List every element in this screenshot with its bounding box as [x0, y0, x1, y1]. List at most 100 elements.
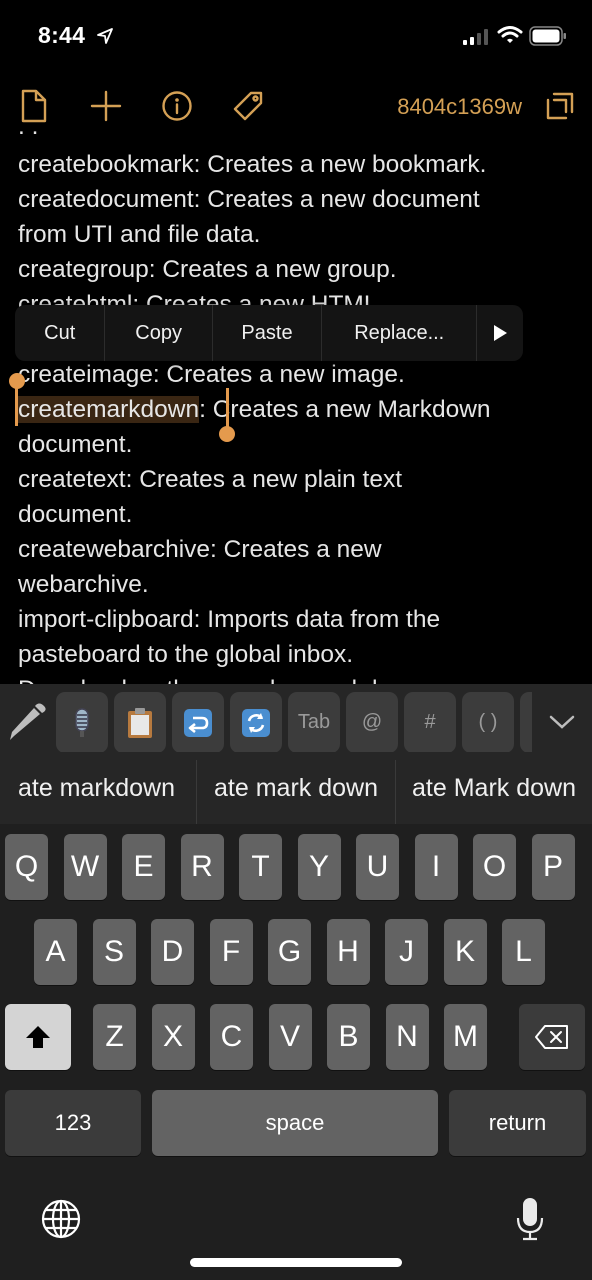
- refresh-emoji-icon: [242, 708, 270, 737]
- parens-accessory-button[interactable]: ( ): [462, 692, 514, 753]
- hash-accessory-button[interactable]: #: [404, 692, 456, 753]
- key-z[interactable]: Z: [93, 1004, 136, 1070]
- shift-arrow-icon: [26, 1026, 50, 1048]
- home-indicator[interactable]: [190, 1258, 402, 1267]
- key-o[interactable]: O: [473, 834, 516, 900]
- suggestion-2[interactable]: ate mark down: [197, 752, 395, 824]
- key-k[interactable]: K: [443, 919, 487, 985]
- document-icon: [21, 89, 47, 123]
- key-d[interactable]: D: [151, 919, 194, 985]
- selection-end-bar: [226, 388, 229, 428]
- key-u[interactable]: U: [356, 834, 399, 900]
- key-e[interactable]: E: [122, 834, 165, 900]
- key-j[interactable]: J: [385, 919, 428, 985]
- shift-key[interactable]: [5, 1004, 71, 1070]
- copy-menu-item[interactable]: Copy: [105, 305, 213, 361]
- key-n[interactable]: N: [385, 1004, 429, 1070]
- globe-icon: [41, 1199, 81, 1239]
- text-line: createbookmark: Creates a new bookmark.: [18, 151, 487, 178]
- key-i[interactable]: I: [414, 834, 458, 900]
- key-r[interactable]: R: [180, 834, 224, 900]
- more-menu-button[interactable]: [477, 305, 523, 361]
- key-c[interactable]: C: [210, 1004, 253, 1070]
- text-line: createdocument: Creates a new document: [18, 186, 480, 213]
- key-q[interactable]: Q: [5, 834, 48, 900]
- key-y[interactable]: Y: [297, 834, 341, 900]
- clock-time: 8:44: [38, 22, 86, 48]
- text-line-partial: . .: [18, 130, 38, 142]
- key-f[interactable]: F: [209, 919, 253, 985]
- text-line: document.: [18, 431, 133, 458]
- return-arrow-emoji-icon: [184, 708, 212, 737]
- key-s[interactable]: S: [92, 919, 136, 985]
- selection-end-handle[interactable]: [219, 426, 235, 442]
- tab-accessory-button[interactable]: Tab: [288, 692, 340, 753]
- undo-accessory-button[interactable]: [172, 692, 224, 753]
- plus-icon: [90, 90, 122, 122]
- key-a[interactable]: A: [34, 919, 77, 985]
- key-g[interactable]: G: [268, 919, 311, 985]
- suggestion-3[interactable]: ate Mark down: [396, 752, 592, 824]
- text-line: creategroup: Creates a new group.: [18, 256, 397, 283]
- new-document-button[interactable]: [16, 88, 52, 124]
- text-line: webarchive.: [18, 571, 149, 598]
- clipboard-emoji-icon: [128, 707, 152, 738]
- dismiss-keyboard-button[interactable]: [540, 700, 584, 744]
- info-button[interactable]: [159, 88, 195, 124]
- numbers-key[interactable]: 123: [5, 1090, 141, 1156]
- status-bar: 8:44: [0, 0, 592, 72]
- return-key[interactable]: return: [449, 1090, 586, 1156]
- clipboard-accessory-button[interactable]: [114, 692, 166, 753]
- text-line: pasteboard to the global inbox.: [18, 641, 354, 668]
- duplicate-button[interactable]: [542, 88, 578, 124]
- delete-key[interactable]: [519, 1004, 585, 1070]
- key-v[interactable]: V: [268, 1004, 312, 1070]
- backspace-icon: [535, 1025, 568, 1049]
- key-p[interactable]: P: [531, 834, 575, 900]
- key-m[interactable]: M: [444, 1004, 487, 1070]
- pencil-icon: [10, 703, 46, 740]
- key-w[interactable]: W: [63, 834, 107, 900]
- key-x[interactable]: X: [151, 1004, 195, 1070]
- suggestion-1[interactable]: ate markdown: [0, 752, 195, 824]
- text-editor[interactable]: . . createbookmark: Creates a new bookma…: [0, 130, 592, 684]
- space-key[interactable]: space: [152, 1090, 438, 1156]
- text-line: createimage: Creates a new image.: [18, 361, 405, 388]
- text-line: createwebarchive: Creates a new: [18, 536, 382, 563]
- suggestion-bar: ate markdown ate mark down ate Mark down: [0, 752, 592, 824]
- selected-text[interactable]: createmarkdown: [18, 396, 200, 423]
- wifi-icon: [497, 26, 523, 43]
- replace-menu-item[interactable]: Replace...: [322, 305, 478, 361]
- dictation-accessory-button[interactable]: [56, 692, 108, 753]
- chevron-down-icon: [549, 715, 575, 729]
- key-l[interactable]: L: [502, 919, 545, 985]
- at-accessory-button[interactable]: @: [346, 692, 398, 753]
- text-line-selected: createmarkdown: Creates a new Markdown: [18, 395, 491, 425]
- document-title[interactable]: 8404c1369w: [397, 94, 522, 120]
- key-h[interactable]: H: [326, 919, 370, 985]
- add-button[interactable]: [88, 88, 124, 124]
- text-line: Downloads a the ... and ... markdown: [18, 675, 422, 684]
- redo-accessory-button[interactable]: [230, 692, 282, 753]
- key-t[interactable]: T: [239, 834, 282, 900]
- tag-button[interactable]: [230, 88, 266, 124]
- cellular-signal-icon: [463, 29, 488, 45]
- tag-icon: [233, 91, 263, 121]
- pencil-button[interactable]: [6, 698, 48, 742]
- info-icon: [162, 91, 192, 121]
- keyboard-accessory-bar: Tab @ # ( ): [0, 684, 592, 753]
- accessory-overflow-key[interactable]: [520, 692, 532, 753]
- cut-menu-item[interactable]: Cut: [15, 305, 106, 361]
- selection-start-bar: [15, 382, 18, 426]
- globe-button[interactable]: [38, 1196, 84, 1242]
- microphone-icon: [516, 1198, 544, 1241]
- paste-menu-item[interactable]: Paste: [213, 305, 323, 361]
- text-line: from UTI and file data.: [18, 221, 261, 248]
- text-line: document.: [18, 501, 133, 528]
- microphone-emoji-icon: [75, 707, 89, 737]
- key-b[interactable]: B: [327, 1004, 370, 1070]
- dictation-button[interactable]: [512, 1194, 548, 1244]
- text-line: import-clipboard: Imports data from the: [18, 606, 441, 633]
- battery-icon: [529, 26, 566, 46]
- toolbar: 8404c1369w: [0, 80, 592, 132]
